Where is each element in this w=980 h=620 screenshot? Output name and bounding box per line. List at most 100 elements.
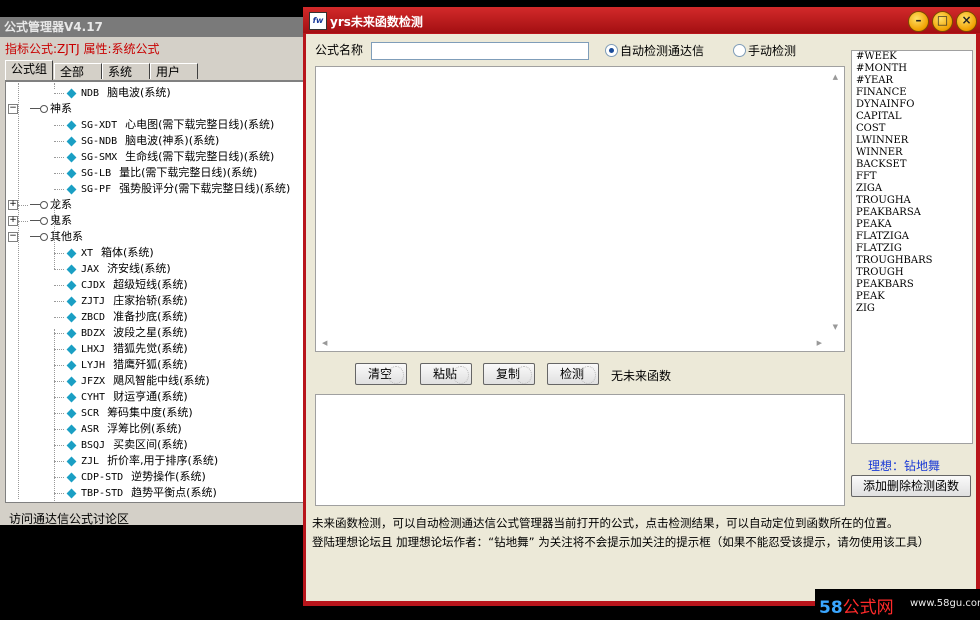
tree-formula-item[interactable]: SG-PF 强势股评分(需下载完整日线)(系统): [54, 181, 290, 197]
tree-formula-item[interactable]: TBP-STD 趋势平衡点(系统): [54, 485, 217, 501]
close-icon[interactable]: ×: [956, 11, 977, 32]
tree-group[interactable]: + 龙系: [8, 197, 72, 213]
description-line-2: 登陆理想论坛且 加理想论坛作者：“钻地舞” 为关注将不会提示加关注的提示框（如果…: [312, 535, 930, 549]
formula-icon: [66, 408, 77, 418]
auto-detect-label[interactable]: 自动检测通达信: [620, 42, 704, 59]
tree-group[interactable]: − 神系: [8, 101, 72, 117]
formula-icon: [66, 312, 77, 322]
formula-name-field[interactable]: [371, 42, 589, 60]
function-item[interactable]: #MONTH: [852, 63, 972, 75]
function-item[interactable]: CAPITAL: [852, 111, 972, 123]
function-item[interactable]: LWINNER: [852, 135, 972, 147]
tree-formula-item[interactable]: CYHT 财运亨通(系统): [54, 389, 188, 405]
formula-icon: [66, 440, 77, 450]
tab-system[interactable]: 系统: [102, 63, 150, 79]
clear-button[interactable]: 清空: [355, 363, 407, 385]
function-item[interactable]: COST: [852, 123, 972, 135]
function-item[interactable]: TROUGHA: [852, 195, 972, 207]
formula-code: LHXJ: [81, 344, 106, 355]
function-item[interactable]: #WEEK: [852, 51, 972, 63]
function-item[interactable]: FLATZIGA: [852, 231, 972, 243]
collapse-icon[interactable]: −: [8, 232, 18, 242]
site-watermark: 58公式网 www.58gu.com: [815, 589, 980, 620]
formula-icon: [66, 184, 77, 194]
formula-name: 飓风智能中线(系统): [113, 374, 210, 387]
tab-all[interactable]: 全部: [54, 63, 102, 79]
tree-formula-item[interactable]: CDP-STD 逆势操作(系统): [54, 469, 206, 485]
function-item[interactable]: WINNER: [852, 147, 972, 159]
tree-formula-item[interactable]: SG-XDT 心电图(需下载完整日线)(系统): [54, 117, 274, 133]
function-item[interactable]: ZIG: [852, 303, 972, 315]
function-item[interactable]: FFT: [852, 171, 972, 183]
function-item[interactable]: TROUGH: [852, 267, 972, 279]
tree-formula-item[interactable]: ZJL 折价率,用于排序(系统): [54, 453, 218, 469]
scroll-up-icon[interactable]: ▲: [833, 73, 838, 81]
formula-icon: [66, 136, 77, 146]
expand-icon[interactable]: +: [8, 200, 18, 210]
tab-user[interactable]: 用户: [150, 63, 198, 79]
tree-formula-item[interactable]: SG-SMX 生命线(需下载完整日线)(系统): [54, 149, 275, 165]
tree-formula-item[interactable]: XT 箱体(系统): [54, 245, 154, 261]
tree-formula-item[interactable]: SG-NDB 脑电波(神系)(系统): [54, 133, 219, 149]
function-item[interactable]: TROUGHBARS: [852, 255, 972, 267]
tree-formula-item[interactable]: JFZX 飓风智能中线(系统): [54, 373, 210, 389]
tree-group[interactable]: + 鬼系: [8, 213, 72, 229]
function-item[interactable]: PEAKBARSA: [852, 207, 972, 219]
scroll-left-icon[interactable]: ◀: [322, 339, 327, 347]
function-item[interactable]: FINANCE: [852, 87, 972, 99]
tree-formula-item[interactable]: SCR 筹码集中度(系统): [54, 405, 193, 421]
formula-code: CDP-STD: [81, 472, 124, 483]
tree-formula-item[interactable]: ZJTJ 庄家抬轿(系统): [54, 293, 188, 309]
formula-name: 逆势操作(系统): [131, 470, 206, 483]
auto-detect-radio[interactable]: [605, 44, 618, 57]
maximize-icon[interactable]: □: [932, 11, 953, 32]
tree-formula-item[interactable]: BDZX 波段之星(系统): [54, 325, 188, 341]
checker-titlebar[interactable]: fw yrs未来函数检测 – □ ×: [303, 7, 980, 33]
formula-tree[interactable]: NDB 脑电波(系统) − 神系 SG-XDT 心电图(需下载完整日线)(系统) SG-ND…: [5, 81, 305, 503]
formula-name: 猎鹰歼狐(系统): [113, 358, 188, 371]
function-item[interactable]: PEAKA: [852, 219, 972, 231]
scroll-down-icon[interactable]: ▼: [833, 323, 838, 331]
tree-formula-item[interactable]: SG-LB 量比(需下载完整日线)(系统): [54, 165, 257, 181]
manager-tabs: 公式组 全部 系统 用户: [5, 60, 303, 81]
formula-name: 生命线(需下载完整日线)(系统): [125, 150, 275, 163]
function-item[interactable]: ZIGA: [852, 183, 972, 195]
watermark-logo: 58公式网: [819, 598, 894, 618]
tree-formula-item[interactable]: CJDX 超级短线(系统): [54, 277, 188, 293]
function-item[interactable]: DYNAINFO: [852, 99, 972, 111]
tree-formula-item[interactable]: LYJH 猎鹰歼狐(系统): [54, 357, 188, 373]
function-item[interactable]: FLATZIG: [852, 243, 972, 255]
check-button[interactable]: 检测: [547, 363, 599, 385]
tree-formula-item[interactable]: BSQJ 买卖区间(系统): [54, 437, 188, 453]
tree-formula-item[interactable]: NDB 脑电波(系统): [54, 85, 171, 101]
collapse-icon[interactable]: −: [8, 104, 18, 114]
tree-formula-item[interactable]: JAX 济安线(系统): [54, 261, 171, 277]
tree-formula-item[interactable]: ZBCD 准备抄底(系统): [54, 309, 188, 325]
copy-button[interactable]: 复制: [483, 363, 535, 385]
detect-function-list[interactable]: #WEEK #MONTH #YEAR FINANCE DYNAINFO CAPITAL CO…: [851, 50, 973, 444]
formula-name: 箱体(系统): [101, 246, 154, 259]
formula-code-textarea[interactable]: ▲ ▼ ◀ ▶: [315, 66, 845, 352]
tree-formula-item[interactable]: ASR 浮筹比例(系统): [54, 421, 182, 437]
scroll-right-icon[interactable]: ▶: [817, 339, 822, 347]
formula-code: SG-PF: [81, 184, 112, 195]
tree-group[interactable]: − 其他系: [8, 229, 83, 245]
add-remove-functions-button[interactable]: 添加删除检测函数: [851, 475, 971, 497]
tree-formula-item[interactable]: LHXJ 猎狐先觉(系统): [54, 341, 188, 357]
tab-formula-group[interactable]: 公式组: [5, 60, 53, 80]
manual-detect-label[interactable]: 手动检测: [748, 42, 796, 59]
check-result-list[interactable]: [315, 394, 845, 506]
formula-code: CJDX: [81, 280, 106, 291]
expand-icon[interactable]: +: [8, 216, 18, 226]
function-item[interactable]: PEAKBARS: [852, 279, 972, 291]
function-item[interactable]: BACKSET: [852, 159, 972, 171]
manual-detect-radio[interactable]: [733, 44, 746, 57]
minimize-icon[interactable]: –: [908, 11, 929, 32]
function-item[interactable]: PEAK: [852, 291, 972, 303]
formula-name: 波段之星(系统): [113, 326, 188, 339]
paste-button[interactable]: 粘贴: [420, 363, 472, 385]
formula-name: 浮筹比例(系统): [107, 422, 182, 435]
function-item[interactable]: #YEAR: [852, 75, 972, 87]
forum-link[interactable]: 访问通达信公式讨论区: [9, 510, 129, 527]
formula-code: SG-XDT: [81, 120, 118, 131]
